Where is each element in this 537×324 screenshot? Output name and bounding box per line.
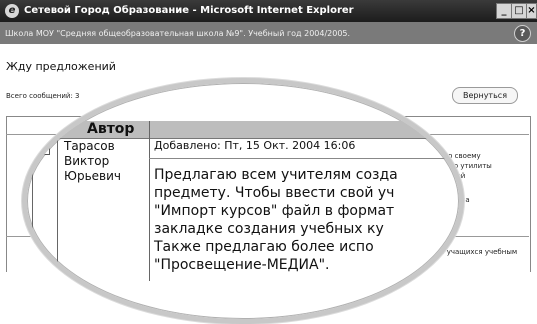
minimize-button[interactable]: _ (496, 3, 512, 19)
message-body: Предлагаю всем учителям созда предмету. … (154, 166, 398, 274)
select-checkbox[interactable] (38, 142, 50, 155)
maximize-button[interactable]: □ (511, 3, 527, 19)
magnifier-lens: Автор Тарасов Виктор Юрьевич Добавлено: … (22, 78, 464, 324)
school-info: Школа МОУ "Средняя общеобразовательная ш… (5, 29, 351, 38)
author-firstname: Виктор (64, 154, 110, 168)
column-divider (57, 121, 58, 281)
column-divider (32, 121, 33, 281)
help-icon[interactable]: ? (514, 25, 531, 42)
window-titlebar: e Сетевой Город Образование - Microsoft … (0, 0, 537, 22)
message-line: Также предлагаю более испо (154, 239, 374, 255)
page-title: Жду предложений (6, 60, 116, 73)
author-patronymic: Юрьевич (64, 169, 121, 183)
back-button[interactable]: Вернуться (452, 87, 518, 104)
internet-explorer-icon: e (5, 4, 19, 18)
author-column-header: Автор (87, 121, 135, 137)
row-divider (149, 158, 459, 159)
message-line: предмету. Чтобы ввести свой уч (154, 185, 395, 201)
message-line: Предлагаю всем учителям созда (154, 167, 398, 183)
table-header: Автор (32, 121, 459, 139)
author-surname: Тарасов (64, 139, 115, 153)
close-button[interactable]: × (526, 3, 537, 19)
author-name: Тарасов Виктор Юрьевич (64, 139, 121, 184)
column-divider (149, 121, 150, 281)
message-line: закладке создания учебных ку (154, 221, 384, 237)
post-timestamp: Добавлено: Пт, 15 Окт. 2004 16:06 (154, 139, 356, 152)
message-line: "Импорт курсов" файл в формат (154, 203, 395, 219)
app-header: Школа МОУ "Средняя общеобразовательная ш… (0, 22, 537, 44)
window-title: Сетевой Город Образование - Microsoft In… (24, 5, 354, 16)
message-line: "Просвещение-МЕДИА". (154, 257, 330, 273)
